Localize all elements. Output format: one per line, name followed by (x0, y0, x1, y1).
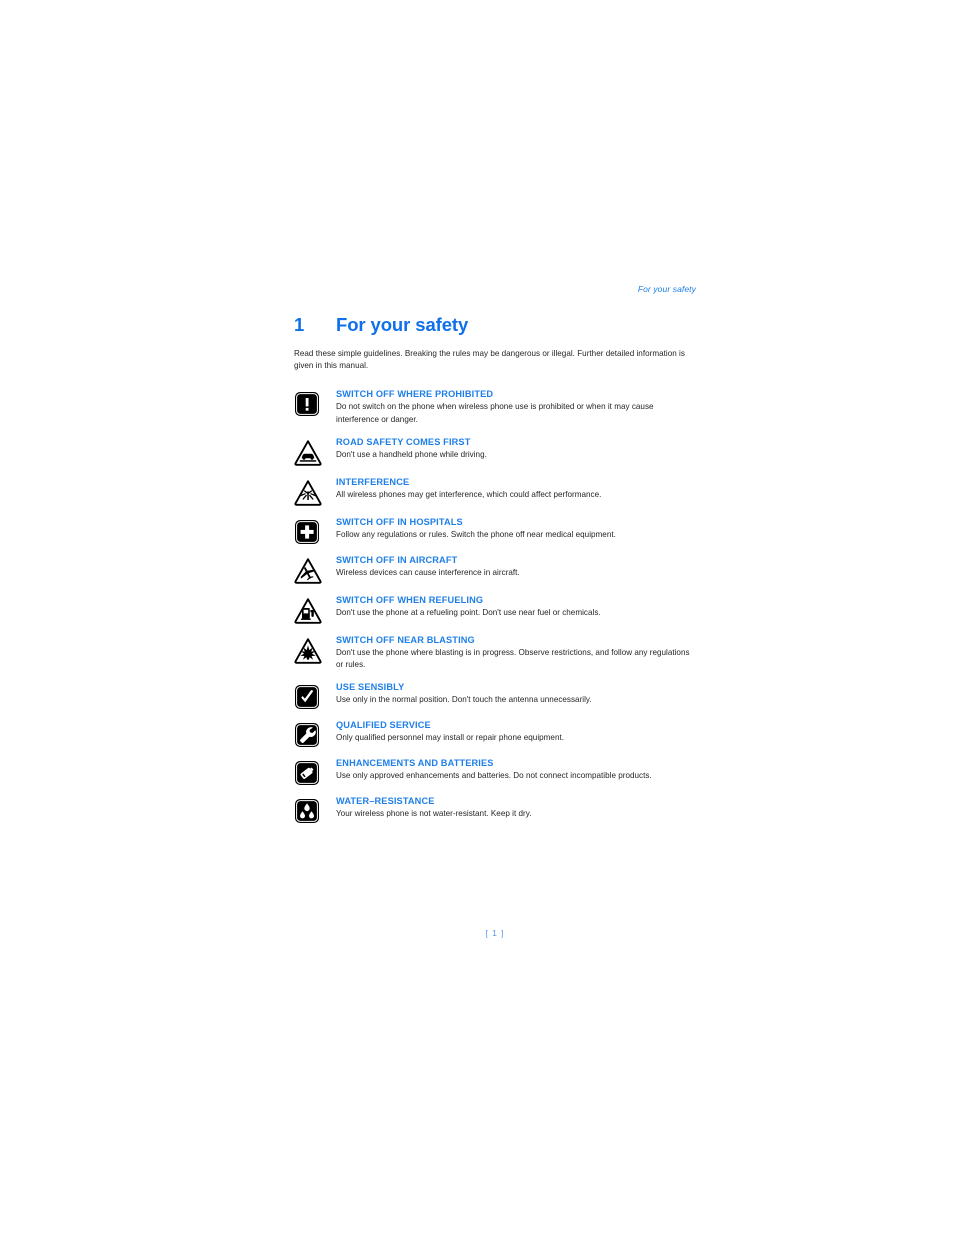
safety-item-body: Don't use a handheld phone while driving… (336, 449, 487, 459)
wrench-square-icon (294, 719, 336, 748)
safety-item-heading: WATER–RESISTANCE (336, 796, 435, 807)
fuel-pump-triangle-icon (294, 594, 336, 625)
safety-item: QUALIFIED SERVICE Only qualified personne… (294, 719, 696, 748)
page-title: 1 For your safety (294, 314, 696, 336)
safety-item-text: WATER–RESISTANCE Your wireless phone is n… (336, 795, 696, 820)
safety-item: SWITCH OFF WHEN REFUELING Don't use the p… (294, 594, 696, 625)
intro-paragraph: Read these simple guidelines. Breaking t… (294, 349, 685, 371)
safety-item-heading: SWITCH OFF IN HOSPITALS (336, 516, 463, 527)
safety-item-heading: QUALIFIED SERVICE (336, 720, 431, 731)
blasting-triangle-icon (294, 634, 336, 665)
safety-item-text: QUALIFIED SERVICE Only qualified personne… (336, 719, 696, 744)
water-drops-square-icon (294, 795, 336, 824)
safety-item: SWITCH OFF IN HOSPITALS Follow any regula… (294, 516, 696, 545)
safety-item: USE SENSIBLY Use only in the normal posit… (294, 681, 696, 710)
safety-item-heading: SWITCH OFF NEAR BLASTING (336, 634, 475, 645)
safety-item-text: INTERFERENCE All wireless phones may get … (336, 476, 696, 501)
safety-item-body: Don't use the phone where blasting is in… (336, 647, 690, 670)
car-triangle-icon (294, 436, 336, 467)
safety-item: ROAD SAFETY COMES FIRST Don't use a handh… (294, 436, 696, 467)
safety-item-text: ENHANCEMENTS AND BATTERIES Use only appro… (336, 757, 696, 782)
page-content: For your safety 1 For your safety Read t… (294, 283, 696, 833)
safety-item-body: Do not switch on the phone when wireless… (336, 402, 654, 424)
page-number: [ 1 ] (485, 929, 505, 938)
checkmark-square-icon (294, 681, 336, 710)
document-page: For your safety 1 For your safety Read t… (0, 0, 954, 1235)
safety-item-text: SWITCH OFF WHERE PROHIBITED Do not switch… (336, 388, 696, 425)
safety-item: SWITCH OFF NEAR BLASTING Don't use the ph… (294, 634, 696, 671)
safety-item-heading: SWITCH OFF WHERE PROHIBITED (336, 389, 494, 400)
chapter-title: For your safety (336, 314, 469, 335)
hospital-cross-square-icon (294, 516, 336, 545)
exclamation-square-icon (294, 388, 336, 417)
safety-item-heading: SWITCH OFF IN AIRCRAFT (336, 554, 458, 565)
safety-item-text: USE SENSIBLY Use only in the normal posit… (336, 681, 696, 706)
safety-guidelines-list: SWITCH OFF WHERE PROHIBITED Do not switch… (294, 388, 696, 824)
safety-item-text: SWITCH OFF IN HOSPITALS Follow any regula… (336, 516, 696, 541)
safety-item-body: Only qualified personnel may install or … (336, 733, 565, 743)
safety-item: ENHANCEMENTS AND BATTERIES Use only appro… (294, 757, 696, 786)
safety-item-heading: ROAD SAFETY COMES FIRST (336, 436, 471, 447)
chapter-number: 1 (294, 314, 305, 335)
safety-item: INTERFERENCE All wireless phones may get … (294, 476, 696, 507)
safety-item: WATER–RESISTANCE Your wireless phone is n… (294, 795, 696, 824)
safety-item-heading: SWITCH OFF WHEN REFUELING (336, 594, 484, 605)
safety-item-body: Use only approved enhancements and batte… (336, 771, 652, 781)
running-head: For your safety (637, 284, 696, 294)
safety-item-heading: INTERFERENCE (336, 476, 410, 487)
safety-item: SWITCH OFF IN AIRCRAFT Wireless devices c… (294, 554, 696, 585)
safety-item-text: SWITCH OFF WHEN REFUELING Don't use the p… (336, 594, 696, 619)
safety-item-text: SWITCH OFF IN AIRCRAFT Wireless devices c… (336, 554, 696, 579)
safety-item: SWITCH OFF WHERE PROHIBITED Do not switch… (294, 388, 696, 425)
safety-item-body: Use only in the normal position. Don't t… (336, 695, 592, 705)
safety-item-text: SWITCH OFF NEAR BLASTING Don't use the ph… (336, 634, 696, 671)
safety-item-text: ROAD SAFETY COMES FIRST Don't use a handh… (336, 436, 696, 461)
safety-item-body: Follow any regulations or rules. Switch … (336, 529, 616, 539)
safety-item-body: Your wireless phone is not water-resista… (336, 809, 532, 819)
battery-square-icon (294, 757, 336, 786)
interference-triangle-icon (294, 476, 336, 507)
safety-item-body: All wireless phones may get interference… (336, 489, 602, 499)
safety-item-heading: USE SENSIBLY (336, 682, 405, 693)
safety-item-body: Don't use the phone at a refueling point… (336, 607, 601, 617)
airplane-triangle-icon (294, 554, 336, 585)
safety-item-body: Wireless devices can cause interference … (336, 567, 520, 577)
safety-item-heading: ENHANCEMENTS AND BATTERIES (336, 758, 494, 769)
